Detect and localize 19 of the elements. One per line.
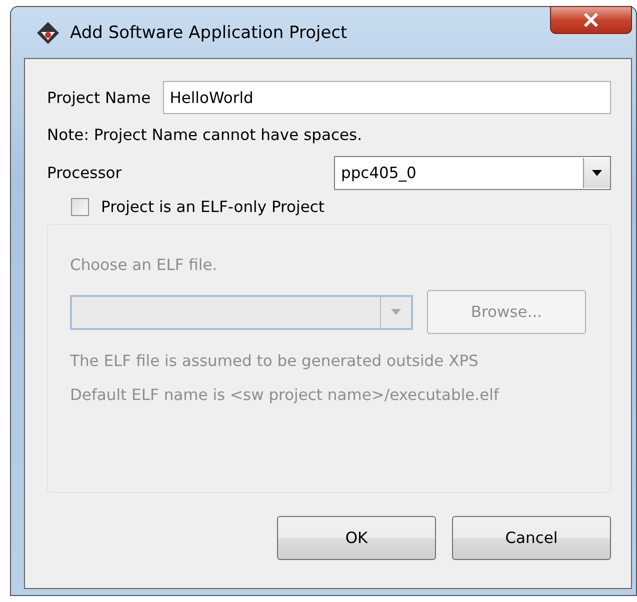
window-title: Add Software Application Project: [70, 22, 348, 42]
checkbox-label[interactable]: Project is an ELF-only Project: [101, 198, 324, 216]
field-label: Project Name: [47, 88, 151, 106]
caret-icon: [391, 309, 401, 315]
elf-only-checkbox[interactable]: [71, 198, 89, 216]
info-text: Default ELF name is <sw project name>/executable.elf: [70, 386, 500, 404]
field-label: Processor: [47, 164, 122, 182]
info-text: The ELF file is assumed to be generated outside XPS: [70, 352, 480, 370]
ok-button[interactable]: OK: [277, 516, 436, 560]
cancel-button[interactable]: Cancel: [452, 516, 611, 560]
close-icon: [583, 13, 599, 27]
choose-file-label: Choose an ELF file.: [70, 256, 218, 274]
project-name-field[interactable]: HelloWorld: [162, 81, 611, 114]
note-text: Note: Project Name cannot have spaces.: [47, 126, 362, 144]
close-button[interactable]: [550, 6, 632, 34]
caret-icon: [592, 170, 602, 176]
app-logo-icon: [36, 20, 60, 44]
processor-dropdown[interactable]: ppc405_0: [334, 156, 611, 190]
elf-file-dropdown[interactable]: [70, 294, 413, 330]
